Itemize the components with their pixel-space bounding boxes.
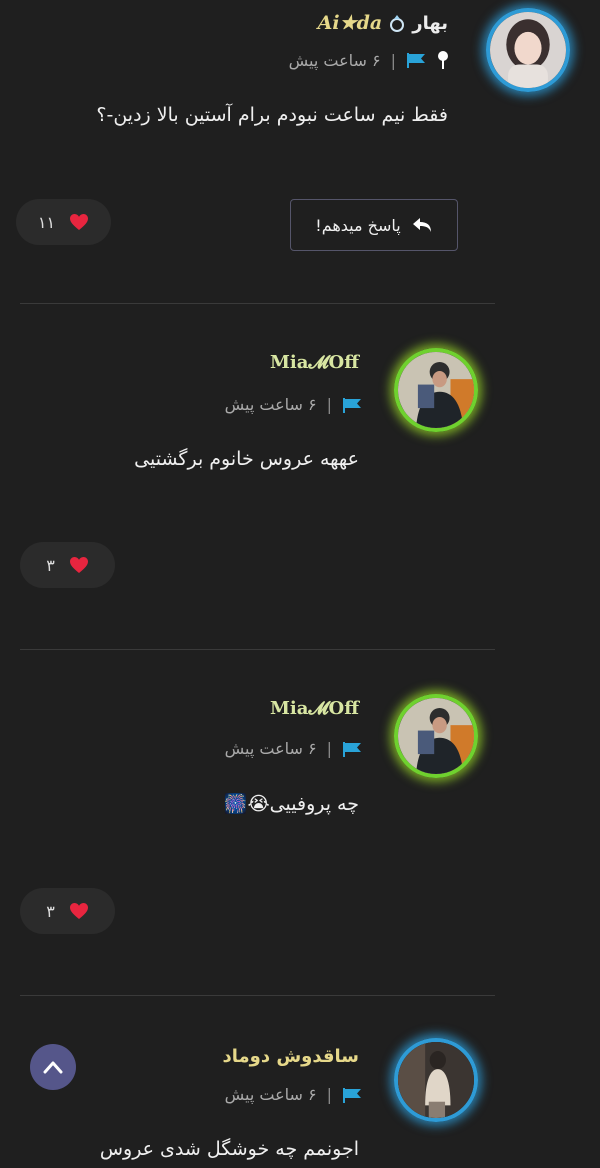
author-name-en: Ai★da <box>317 12 383 34</box>
reply-label: پاسخ میدهم! <box>315 215 401 235</box>
avatar[interactable] <box>486 8 570 92</box>
comment-meta: | ۶ ساعت پیش <box>225 395 362 414</box>
scroll-to-top-button[interactable] <box>30 1044 76 1090</box>
comment-body: عههه عروس خانوم برگشتیی <box>134 448 359 470</box>
comment-item: Mia𝓜Off | ۶ ساعت پیش چه پروفییی😭🎆 ۳ <box>0 650 600 996</box>
meta-separator: | <box>326 739 332 758</box>
flag-icon[interactable] <box>406 52 426 68</box>
author-name-text: Mia𝓜Off <box>269 698 359 719</box>
avatar[interactable] <box>394 1038 478 1122</box>
like-button[interactable]: ۱۱ <box>16 199 111 245</box>
author-name[interactable]: Mia𝓜Off <box>270 698 359 719</box>
heart-icon <box>69 903 88 919</box>
author-name-text: Mia𝓜Off <box>269 352 359 373</box>
like-count: ۳ <box>46 555 55 575</box>
ring-icon <box>390 15 405 32</box>
comment-meta: | ۶ ساعت پیش <box>289 50 450 70</box>
comment-time: ۶ ساعت پیش <box>224 1085 317 1104</box>
author-name[interactable]: Mia𝓜Off <box>270 352 359 373</box>
comment-meta: | ۶ ساعت پیش <box>225 739 362 758</box>
avatar[interactable] <box>394 348 478 432</box>
comments-page: بهار Ai★da | ۶ ساعت پیش فقط نیم ساعت نبو… <box>0 0 600 1168</box>
comment-item: بهار Ai★da | ۶ ساعت پیش فقط نیم ساعت نبو… <box>0 0 600 304</box>
pin-icon <box>438 51 448 69</box>
heart-icon <box>69 557 88 573</box>
like-button[interactable]: ۳ <box>20 542 115 588</box>
like-count: ۱۱ <box>37 212 56 232</box>
avatar-photo <box>398 1042 474 1118</box>
comment-item: ساقدوش دوماد | ۶ ساعت پیش اجونمم چه خوشگ… <box>0 996 600 1168</box>
flag-icon[interactable] <box>342 741 362 757</box>
author-name[interactable]: ساقدوش دوماد <box>222 1046 359 1067</box>
like-count: ۳ <box>46 901 55 921</box>
comment-time: ۶ ساعت پیش <box>224 739 317 758</box>
avatar-photo <box>490 12 566 88</box>
comment-body: چه پروفییی😭🎆 <box>223 793 359 815</box>
author-name-fa: بهار <box>412 12 448 34</box>
reply-button[interactable]: پاسخ میدهم! <box>290 199 458 251</box>
flag-icon[interactable] <box>342 1087 362 1103</box>
chevron-up-icon <box>43 1061 63 1074</box>
heart-icon <box>70 214 89 230</box>
comment-body: اجونمم چه خوشگل شدی عروس <box>99 1138 359 1160</box>
comment-item: Mia𝓜Off | ۶ ساعت پیش عههه عروس خانوم برگ… <box>0 304 600 650</box>
comment-time: ۶ ساعت پیش <box>224 395 317 414</box>
author-name-text: ساقدوش دوماد <box>222 1046 359 1067</box>
comment-time: ۶ ساعت پیش <box>288 50 381 70</box>
reply-arrow-icon <box>412 218 431 232</box>
avatar-photo <box>398 352 474 428</box>
meta-separator: | <box>390 50 396 70</box>
comment-body: فقط نیم ساعت نبودم برام آستین بالا زدین-… <box>96 104 448 126</box>
avatar-photo <box>398 698 474 774</box>
avatar[interactable] <box>394 694 478 778</box>
like-button[interactable]: ۳ <box>20 888 115 934</box>
comment-meta: | ۶ ساعت پیش <box>225 1085 362 1104</box>
author-name[interactable]: بهار Ai★da <box>318 12 448 34</box>
meta-separator: | <box>326 1085 332 1104</box>
flag-icon[interactable] <box>342 397 362 413</box>
meta-separator: | <box>326 395 332 414</box>
